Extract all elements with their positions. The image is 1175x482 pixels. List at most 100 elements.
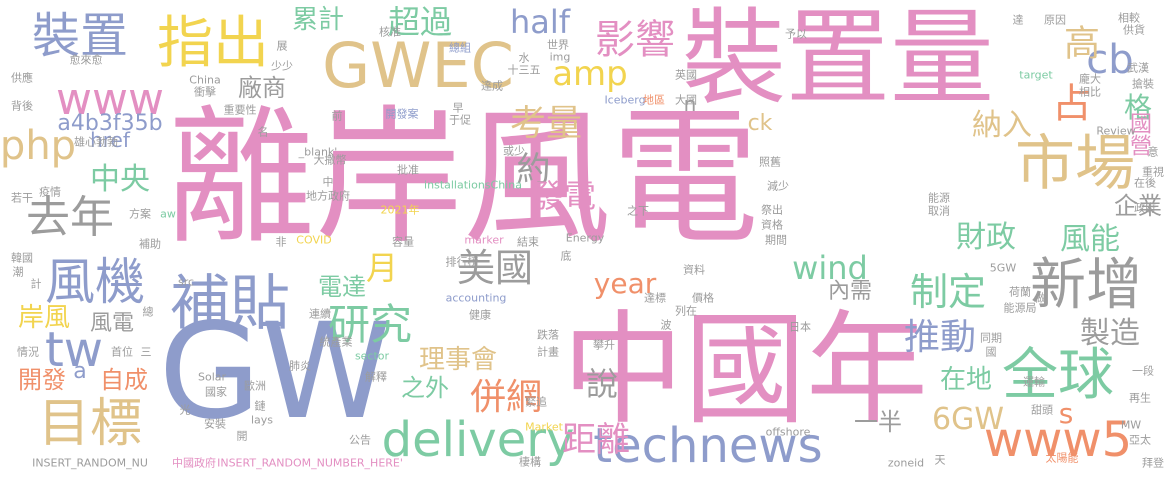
word-small: 補助 [139, 237, 161, 251]
word-small: 批准 [397, 163, 419, 177]
word-small: 世界 [547, 38, 569, 52]
word-small: Market [525, 420, 563, 434]
word-say: 說 [585, 365, 619, 403]
word-small: 跌落 [537, 328, 559, 342]
word-small: 相比 [1079, 85, 1101, 99]
word-distance: 距離 [562, 420, 630, 460]
word-small: 大國 [675, 93, 697, 107]
word-development: 開發 [18, 366, 66, 394]
word-small: aw [160, 207, 176, 221]
word-small: 總組 [449, 41, 471, 55]
word-small: 前 [331, 109, 343, 123]
word-small: 同期 [980, 331, 1002, 345]
word-manufacturing: 製造 [1080, 316, 1140, 351]
word-shore-wind: 岸風 [17, 303, 71, 333]
word-global: 全球 [1002, 343, 1114, 408]
word-small: 在後 [1134, 176, 1156, 190]
word-small: 首位 [111, 345, 133, 359]
word-small: INSERT_RANDOM_NUMBER_HERE' [217, 456, 403, 470]
word-promote: 推動 [903, 317, 977, 358]
word-small: 達 [1012, 13, 1024, 27]
word-besides: 之外 [401, 374, 449, 402]
word-6gw: 6GW [932, 402, 1004, 437]
word-small: 意 [1147, 145, 1159, 159]
word-small: offshore [765, 425, 811, 439]
word-cloud: 離岸風電 中國年 裝置量 GW GWEC 指出 裝置 市場 新增 全球 補貼 目… [0, 0, 1175, 482]
word-small: 天 [934, 453, 946, 467]
word-council: 理事會 [418, 345, 498, 375]
word-small: 開 [236, 429, 248, 443]
word-small: 總 [142, 305, 154, 319]
word-small: 背後 [11, 99, 33, 113]
word-small: INSERT_RANDOM_NU [32, 456, 148, 470]
word-small: 攀升 [593, 338, 615, 352]
word-small: 減少 [767, 179, 789, 193]
word-small: 大撒幣 [313, 153, 347, 167]
word-small: 資格 [761, 218, 783, 232]
word-small: img [549, 50, 571, 64]
word-small: 搶裝 [1132, 77, 1154, 91]
word-small: 5GW [989, 261, 1017, 275]
word-last-year: 去年 [26, 192, 114, 243]
word-small: 祭出 [761, 203, 783, 217]
word-small: 統產業 [319, 335, 353, 349]
word-small: lays [250, 413, 274, 427]
word-wind-turbine: 風機 [45, 253, 145, 311]
word-half-cn: 一半 [854, 408, 902, 436]
word-include: 納入 [972, 108, 1032, 143]
word-small: 展 [276, 39, 288, 53]
word-small: 英國 [675, 68, 697, 82]
word-small: 重要性 [223, 103, 257, 117]
word-consider: 考量 [509, 103, 583, 144]
word-domestic-demand: 內需 [827, 279, 873, 304]
word-small: 列在 [675, 304, 697, 318]
word-ck: ck [747, 111, 773, 136]
word-small: 相較 [1118, 11, 1140, 25]
word-small: Iceberg [604, 93, 646, 107]
word-small: 三 [140, 345, 152, 359]
word-small: Review [1096, 124, 1136, 138]
word-small: 之下 [627, 204, 649, 218]
word-small: 光 [179, 403, 191, 417]
word-small: 國 [985, 345, 997, 359]
word-small: 鏈 [254, 399, 266, 413]
word-small: 達標 [644, 291, 666, 305]
word-s: s [1058, 397, 1074, 430]
word-small: China [189, 73, 221, 87]
word-small: Solar [197, 370, 227, 384]
word-small: 運輸 [1023, 375, 1045, 389]
word-small: 予以 [785, 27, 807, 41]
word-small: 2021年 [380, 203, 420, 217]
word-wind-energy: 風能 [1060, 222, 1120, 257]
word-small: 重視 [1142, 165, 1164, 179]
word-small: 韓國 [11, 251, 33, 265]
word-wind-power: 風電 [89, 311, 135, 336]
word-small: 中 [322, 175, 334, 189]
word-small: target [1019, 68, 1053, 82]
word-small: 結束 [517, 235, 539, 249]
word-small: 緊追 [525, 395, 547, 409]
word-small: 亞太 [1129, 433, 1151, 447]
word-half: half [509, 3, 571, 41]
word-small: 解釋 [365, 370, 387, 384]
word-small: 連續 [309, 307, 331, 321]
word-small: sector [354, 349, 390, 363]
word-small: 照舊 [759, 155, 781, 169]
word-small: 原因 [1044, 13, 1066, 27]
word-small: 于促 [449, 113, 471, 127]
word-small: 十三五 [507, 63, 541, 77]
word-small: 開發案 [385, 107, 419, 121]
word-small: marker [464, 233, 504, 247]
word-small: 雄心勃勃 [74, 135, 118, 149]
word-small: 一段 [1132, 364, 1154, 378]
word-small: 底 [560, 249, 572, 263]
word-small: 再生 [1129, 391, 1151, 405]
word-self-formed: 自成 [100, 366, 148, 394]
word-small: 甜頭 [1031, 403, 1053, 417]
word-small: 若干 [11, 191, 33, 205]
word-small: 地方政府 [306, 189, 350, 203]
word-small: src [177, 275, 195, 289]
word-small: Energy [565, 231, 605, 245]
word-small: 做 [1034, 291, 1046, 305]
word-small: 安裝 [204, 417, 226, 431]
